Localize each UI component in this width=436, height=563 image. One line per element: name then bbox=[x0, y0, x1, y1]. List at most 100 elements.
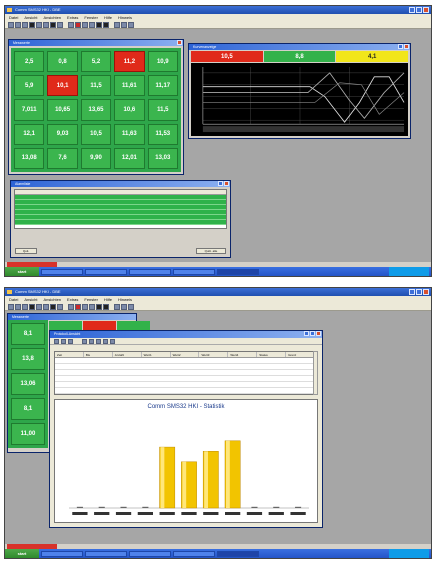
minimize-button[interactable] bbox=[409, 289, 415, 295]
toolbar-button[interactable] bbox=[96, 22, 102, 28]
taskbar-item[interactable] bbox=[85, 268, 127, 275]
toolbar-button[interactable] bbox=[68, 22, 74, 28]
maximize-button[interactable] bbox=[416, 289, 422, 295]
toolbar-button[interactable] bbox=[8, 304, 14, 310]
taskbar-item[interactable] bbox=[129, 550, 171, 557]
close-button[interactable] bbox=[177, 40, 182, 45]
measure-tile[interactable]: 10,65 bbox=[47, 99, 78, 121]
toolbar-button[interactable] bbox=[43, 22, 49, 28]
start-button[interactable]: start bbox=[5, 549, 39, 558]
measure-tile[interactable]: 13,8 bbox=[11, 348, 45, 370]
column-header[interactable]: Wert3 bbox=[199, 352, 229, 357]
measure-tile[interactable]: 0,8 bbox=[47, 51, 78, 73]
toolbar-button[interactable] bbox=[54, 339, 59, 344]
measure-tile[interactable]: 11,53 bbox=[147, 123, 178, 145]
toolbar-button[interactable] bbox=[103, 304, 109, 310]
measure-tile[interactable]: 10,5 bbox=[80, 123, 112, 145]
measure-tile[interactable]: 12,01 bbox=[114, 147, 145, 169]
toolbar-button[interactable] bbox=[29, 22, 35, 28]
measure-tile[interactable]: 11,00 bbox=[11, 423, 45, 445]
toolbar-button[interactable] bbox=[68, 339, 73, 344]
taskbar-item[interactable] bbox=[217, 268, 259, 275]
toolbar-button[interactable] bbox=[89, 339, 94, 344]
menu-item[interactable]: Hinweis bbox=[118, 296, 132, 303]
menu-item[interactable]: Fenster bbox=[84, 296, 98, 303]
toolbar-button[interactable] bbox=[82, 22, 88, 28]
menu-item[interactable]: Extras bbox=[67, 296, 78, 303]
table-scrollbar[interactable] bbox=[313, 351, 318, 395]
toolbar-button[interactable] bbox=[8, 22, 14, 28]
measure-tile[interactable]: 11,17 bbox=[147, 75, 178, 97]
toolbar-button[interactable] bbox=[103, 339, 108, 344]
column-header[interactable]: Wert1 bbox=[142, 352, 171, 357]
taskbar-item[interactable] bbox=[41, 550, 83, 557]
menu-item[interactable]: Datei bbox=[9, 296, 18, 303]
toolbar-button[interactable] bbox=[68, 304, 74, 310]
toolbar-button[interactable] bbox=[50, 22, 56, 28]
toolbar-button[interactable] bbox=[114, 304, 120, 310]
measure-tile[interactable]: 5,9 bbox=[14, 75, 45, 97]
taskbar-item[interactable] bbox=[41, 268, 83, 275]
measure-tile[interactable]: 10,6 bbox=[114, 99, 145, 121]
taskbar-item[interactable] bbox=[217, 550, 259, 557]
menu-item[interactable]: Hinweis bbox=[118, 14, 132, 21]
measure-tile[interactable]: 13,06 bbox=[11, 373, 45, 395]
toolbar-button[interactable] bbox=[89, 22, 95, 28]
measure-tile[interactable]: 2,5 bbox=[14, 51, 45, 73]
minimize-button[interactable] bbox=[409, 7, 415, 13]
column-header[interactable]: Anzahl bbox=[113, 352, 142, 357]
measure-tile[interactable]: 12,1 bbox=[14, 123, 45, 145]
close-button[interactable] bbox=[316, 331, 321, 336]
toolbar-button[interactable] bbox=[57, 22, 63, 28]
toolbar-button[interactable] bbox=[75, 304, 81, 310]
taskbar-item[interactable] bbox=[173, 268, 215, 275]
maximize-button[interactable] bbox=[416, 7, 422, 13]
toolbar-button[interactable] bbox=[128, 304, 134, 310]
measure-tile[interactable]: 11,63 bbox=[114, 123, 145, 145]
toolbar-button[interactable] bbox=[110, 339, 115, 344]
minimize-button[interactable] bbox=[398, 44, 403, 49]
measure-tile[interactable]: 7,011 bbox=[14, 99, 45, 121]
measure-tile[interactable]: 11,5 bbox=[80, 75, 112, 97]
measure-tile[interactable]: 9,03 bbox=[47, 123, 78, 145]
toolbar-button[interactable] bbox=[15, 304, 21, 310]
close-button[interactable] bbox=[224, 181, 229, 186]
toolbar-button[interactable] bbox=[50, 304, 56, 310]
toolbar-button[interactable] bbox=[121, 22, 127, 28]
column-header[interactable]: Zeit bbox=[55, 352, 84, 357]
measure-tile[interactable]: 10,1 bbox=[47, 75, 78, 97]
menu-item[interactable]: Ansichten bbox=[43, 14, 61, 21]
toolbar-button[interactable] bbox=[96, 339, 101, 344]
toolbar-button[interactable] bbox=[15, 22, 21, 28]
menu-item[interactable]: Datei bbox=[9, 14, 18, 21]
toolbar-button[interactable] bbox=[22, 22, 28, 28]
minimize-button[interactable] bbox=[304, 331, 309, 336]
toolbar-button[interactable] bbox=[89, 304, 95, 310]
measure-tile[interactable]: 11,5 bbox=[147, 99, 178, 121]
toolbar-button[interactable] bbox=[121, 304, 127, 310]
measure-tile[interactable]: 13,03 bbox=[147, 147, 178, 169]
toolbar-button[interactable] bbox=[82, 339, 87, 344]
column-header[interactable]: Bis bbox=[84, 352, 113, 357]
toolbar-button[interactable] bbox=[103, 22, 109, 28]
toolbar-button[interactable] bbox=[61, 339, 66, 344]
taskbar-item[interactable] bbox=[85, 550, 127, 557]
toolbar-button[interactable] bbox=[36, 304, 42, 310]
column-header[interactable]: Wert2 bbox=[171, 352, 200, 357]
menu-item[interactable]: Ansicht bbox=[24, 14, 37, 21]
toolbar-button[interactable] bbox=[43, 304, 49, 310]
toolbar-button[interactable] bbox=[22, 304, 28, 310]
table-row[interactable] bbox=[55, 388, 315, 394]
menu-item[interactable]: Ansichten bbox=[43, 296, 61, 303]
column-header[interactable]: Grenz bbox=[286, 352, 316, 357]
measure-tile[interactable]: 8,1 bbox=[11, 323, 45, 345]
taskbar-item[interactable] bbox=[173, 550, 215, 557]
close-button[interactable] bbox=[423, 289, 429, 295]
menu-item[interactable]: Ansicht bbox=[24, 296, 37, 303]
menu-item[interactable]: Fenster bbox=[84, 14, 98, 21]
close-button[interactable] bbox=[423, 7, 429, 13]
measure-tile[interactable]: 10,9 bbox=[147, 51, 178, 73]
measure-tile[interactable]: 5,2 bbox=[80, 51, 112, 73]
column-header[interactable]: Status bbox=[257, 352, 287, 357]
measure-tile[interactable]: 13,08 bbox=[14, 147, 45, 169]
